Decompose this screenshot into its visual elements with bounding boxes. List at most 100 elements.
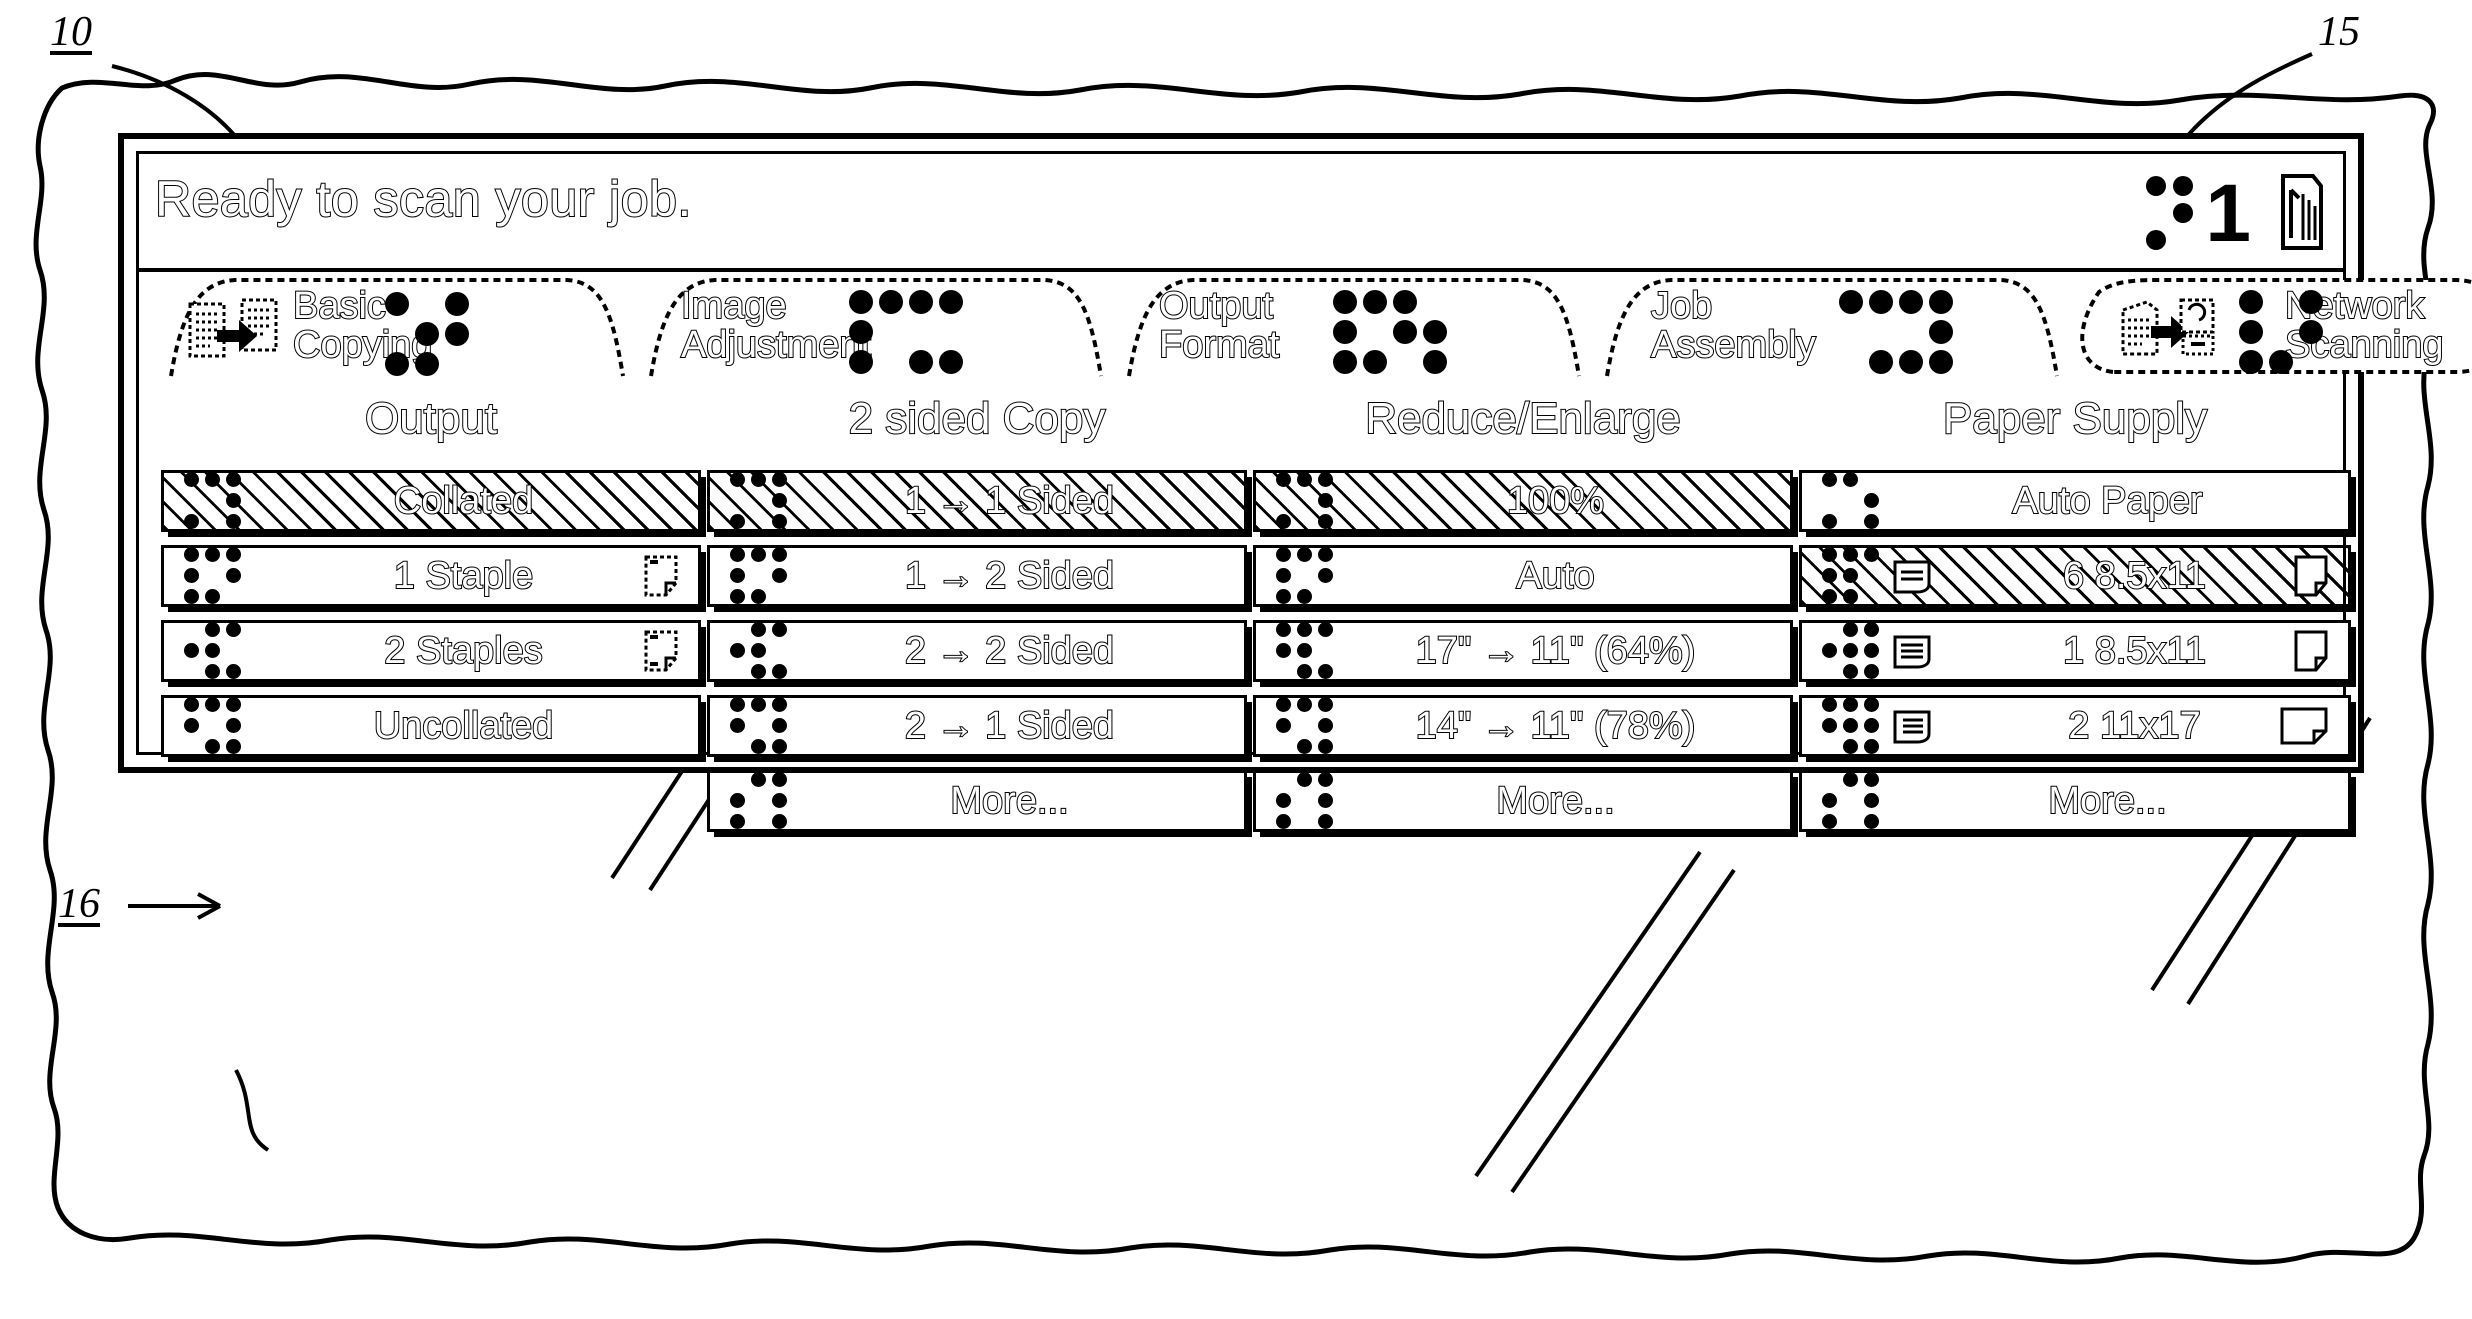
page-landscape-icon <box>2280 707 2328 745</box>
option-2sided-more[interactable]: More... <box>707 770 1247 832</box>
option-label: 2 → 2 Sided <box>904 629 1115 673</box>
option-label: 1 → 1 Sided <box>904 479 1115 523</box>
braille-cell <box>1822 771 1881 831</box>
option-label: Auto Paper <box>2011 479 2203 523</box>
ref-numeral-15: 15 <box>2318 9 2360 55</box>
braille-cell <box>1276 546 1335 606</box>
option-auto-paper[interactable]: Auto Paper <box>1799 470 2351 532</box>
status-bar: Ready to scan your job. 1 <box>139 154 2343 272</box>
copy-count-value: 1 <box>2205 168 2251 260</box>
options-area: Output Collated 1 Staple 2 Staples Uncol… <box>139 378 2351 832</box>
option-2-to-2-sided[interactable]: 2 → 2 Sided <box>707 620 1247 682</box>
tab-job-assembly[interactable]: Job Assembly <box>1593 276 2061 377</box>
option-label: Collated <box>393 479 534 523</box>
patent-figure-sheet: 10 15 16 12 14 16 <box>0 0 2472 1319</box>
tab-basic-copying[interactable]: Basic Copying <box>157 276 627 378</box>
option-tray-1-letter[interactable]: 1 8.5x11 <box>1799 620 2351 682</box>
column-title: Reduce/Enlarge <box>1364 393 1682 444</box>
option-label: More... <box>2047 779 2167 823</box>
option-label: 2 → 1 Sided <box>904 704 1115 748</box>
option-14-to-11-78[interactable]: 14" → 11" (78%) <box>1253 695 1793 757</box>
copy-count-indicator: 1 <box>2146 160 2251 268</box>
option-1-to-1-sided[interactable]: 1 → 1 Sided <box>707 470 1247 532</box>
braille-cell <box>730 696 789 756</box>
ref-numeral-10: 10 <box>50 9 92 55</box>
braille-cell <box>730 546 789 606</box>
braille-cell <box>1276 471 1335 531</box>
option-label: 1 Staple <box>393 554 534 598</box>
tab-braille-cell <box>2239 290 2355 376</box>
tray-lines-icon <box>1893 710 1931 744</box>
tray-lines-icon <box>1893 635 1931 669</box>
page-portrait-icon <box>2294 555 2328 597</box>
option-label: 17" → 11" (64%) <box>1415 629 1697 673</box>
copy-count-braille-cell <box>2146 176 2195 252</box>
option-1-staple[interactable]: 1 Staple <box>161 545 701 607</box>
braille-cell <box>1822 696 1881 756</box>
braille-cell <box>1276 771 1335 831</box>
option-1-to-2-sided[interactable]: 1 → 2 Sided <box>707 545 1247 607</box>
copy-machine-icon <box>188 298 278 358</box>
braille-cell <box>1276 696 1335 756</box>
option-label: 1 8.5x11 <box>2062 629 2207 673</box>
option-label: 1 → 2 Sided <box>904 554 1115 598</box>
braille-cell <box>1822 621 1881 681</box>
option-2-to-1-sided[interactable]: 2 → 1 Sided <box>707 695 1247 757</box>
tab-braille-cell <box>1333 290 1449 376</box>
column-reduce-enlarge: Reduce/Enlarge 100% Auto 17" → 11" (64%)… <box>1253 378 1793 845</box>
option-label: More... <box>949 779 1069 823</box>
tab-braille-cell <box>385 292 501 378</box>
braille-cell <box>1822 546 1881 606</box>
column-title: Paper Supply <box>1942 393 2208 444</box>
column-title: Output <box>364 393 498 444</box>
option-collated[interactable]: Collated <box>161 470 701 532</box>
braille-cell <box>184 471 243 531</box>
tab-image-adjustment[interactable]: Image Adjustment <box>637 276 1105 377</box>
touchscreen-display: Ready to scan your job. 1 Basic Copying … <box>136 151 2472 832</box>
column-title: 2 sided Copy <box>848 393 1107 444</box>
staple-corner-icon <box>644 555 678 597</box>
tray-lines-icon <box>1893 560 1931 594</box>
option-tray-2-tabloid[interactable]: 2 11x17 <box>1799 695 2351 757</box>
column-output: Output Collated 1 Staple 2 Staples Uncol… <box>161 378 701 770</box>
option-tray-6-letter[interactable]: 6 8.5x11 <box>1799 545 2351 607</box>
option-label: Auto <box>1515 554 1595 598</box>
braille-cell <box>730 771 789 831</box>
option-paper-more[interactable]: More... <box>1799 770 2351 832</box>
page-corner-icon <box>2294 630 2328 672</box>
copier-console-bezel: Ready to scan your job. 1 Basic Copying … <box>118 133 2472 832</box>
braille-cell <box>184 546 243 606</box>
option-17-to-11-64[interactable]: 17" → 11" (64%) <box>1253 620 1793 682</box>
tab-braille-cell <box>849 290 965 376</box>
staples-edge-icon <box>644 630 678 672</box>
option-uncollated[interactable]: Uncollated <box>161 695 701 757</box>
option-label: 6 8.5x11 <box>2062 554 2207 598</box>
column-paper-supply: Paper Supply Auto Paper 6 8.5x11 1 8.5x1… <box>1799 378 2351 845</box>
option-2-staples[interactable]: 2 Staples <box>161 620 701 682</box>
ref-numeral-16-left: 16 <box>58 881 100 927</box>
tab-label: Image Adjustment <box>680 285 872 366</box>
braille-cell <box>1822 471 1881 531</box>
braille-cell <box>730 621 789 681</box>
tab-output-format[interactable]: Output Format <box>1115 276 1583 377</box>
tab-braille-cell <box>1839 290 1955 376</box>
column-2-sided-copy: 2 sided Copy 1 → 1 Sided 1 → 2 Sided 2 →… <box>707 378 1247 845</box>
option-label: More... <box>1495 779 1615 823</box>
sheet-count-icon <box>2281 174 2323 250</box>
option-auto-reduce[interactable]: Auto <box>1253 545 1793 607</box>
braille-cell <box>184 696 243 756</box>
tab-label: Job Assembly <box>1650 285 1817 366</box>
tab-network-scanning[interactable]: Network Scanning <box>2067 276 2472 376</box>
braille-cell <box>1276 621 1335 681</box>
tab-strip: Basic Copying Image Adjustment Output Fo… <box>139 272 2472 378</box>
option-100-percent[interactable]: 100% <box>1253 470 1793 532</box>
network-scan-icon <box>2121 298 2215 356</box>
status-message: Ready to scan your job. <box>154 170 692 228</box>
option-label: Uncollated <box>373 704 555 748</box>
option-reduce-more[interactable]: More... <box>1253 770 1793 832</box>
option-label: 100% <box>1506 479 1605 523</box>
braille-cell <box>730 471 789 531</box>
tab-label: Output Format <box>1158 285 1280 366</box>
option-label: 14" → 11" (78%) <box>1415 704 1697 748</box>
option-label: 2 Staples <box>383 629 543 673</box>
